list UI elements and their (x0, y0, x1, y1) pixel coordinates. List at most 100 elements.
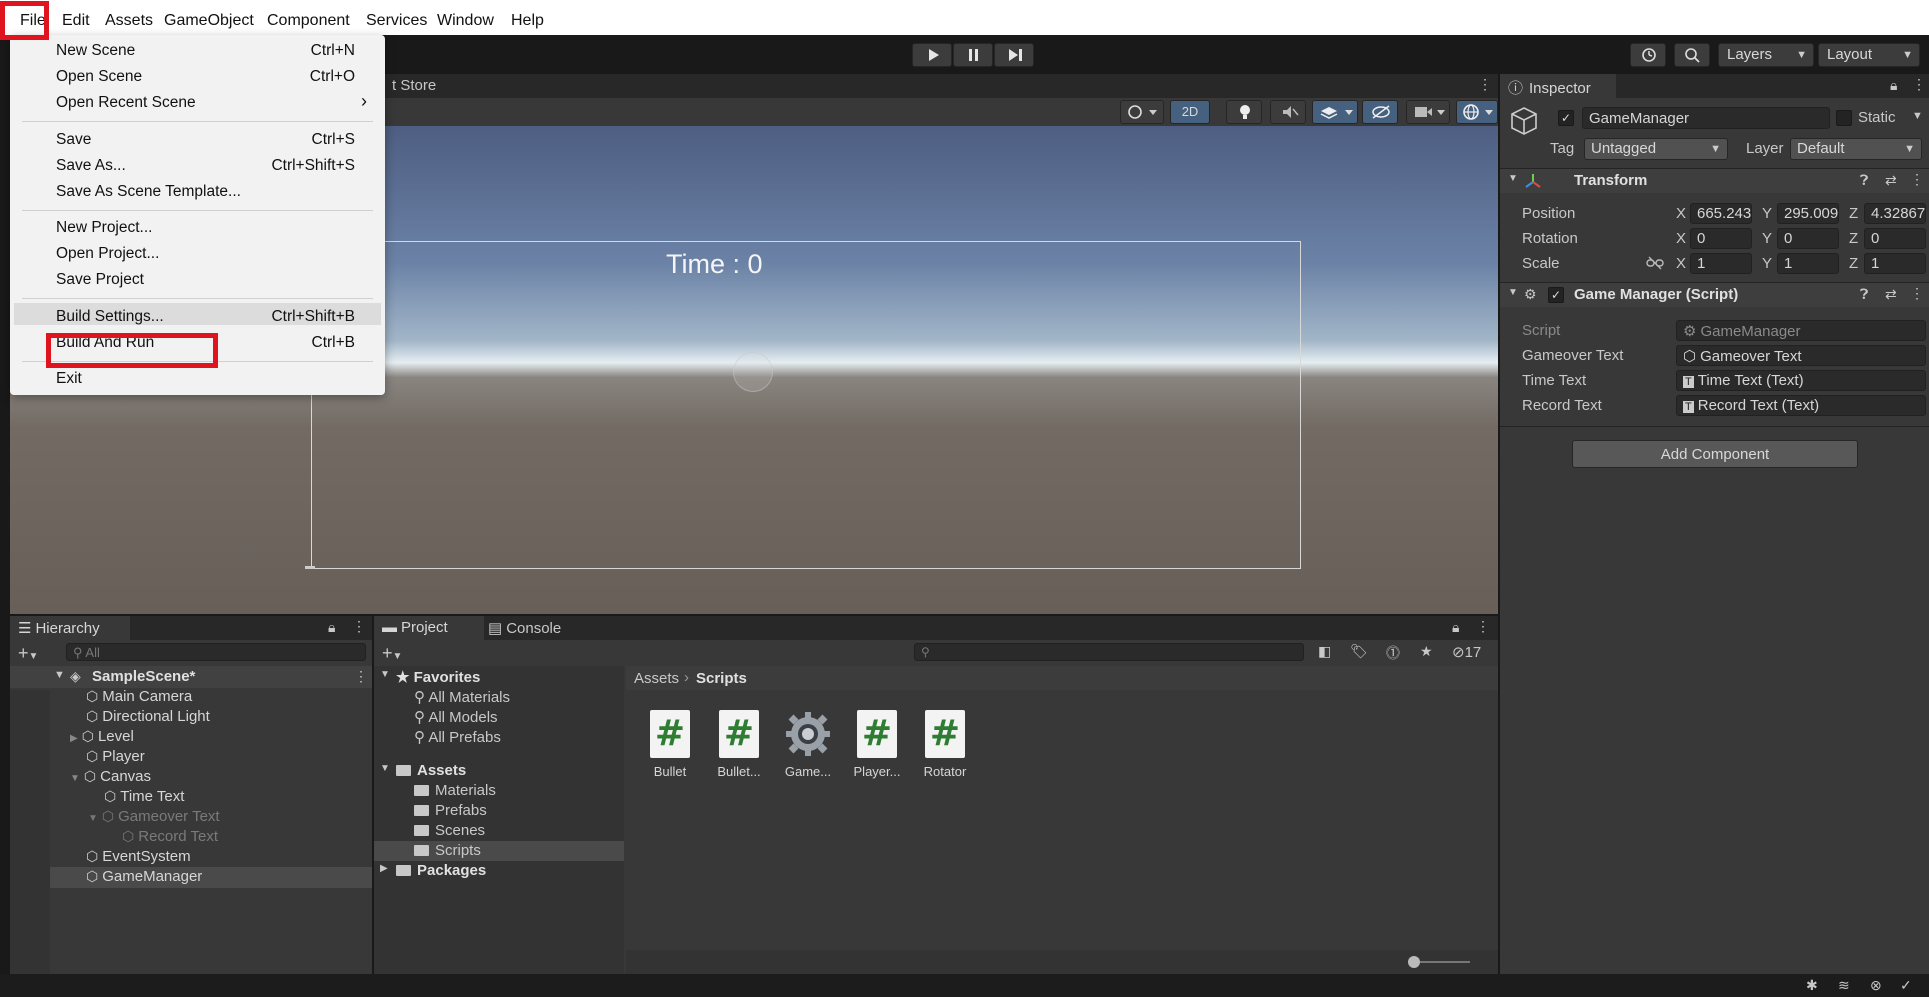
kebab-menu-icon[interactable]: ⋮ (352, 618, 366, 635)
play-button[interactable] (912, 43, 952, 67)
kebab-menu-icon[interactable]: ⋮ (1912, 76, 1926, 93)
kebab-menu-icon[interactable]: ⋮ (1910, 285, 1924, 302)
rotation-y-field[interactable]: 0 (1777, 228, 1839, 249)
undo-history-button[interactable] (1630, 43, 1666, 67)
console-tab[interactable]: ▤ Console (488, 619, 561, 637)
scale-z-field[interactable]: 1 (1864, 253, 1926, 274)
menu-item-new-scene[interactable]: New Scene (56, 42, 135, 60)
help-icon[interactable]: ❓︎ (1860, 172, 1868, 189)
kebab-menu-icon[interactable]: ⋮ (354, 668, 368, 685)
shading-mode-button[interactable] (1120, 100, 1164, 124)
effects-toggle-button[interactable] (1312, 100, 1358, 124)
step-button[interactable] (994, 43, 1034, 67)
menu-component[interactable]: Component (267, 12, 350, 30)
menu-assets[interactable]: Assets (105, 12, 153, 30)
menu-edit[interactable]: Edit (62, 12, 90, 30)
checkmark-icon[interactable]: ✓ (1900, 977, 1912, 994)
scene-root-row[interactable]: ▼ ◈ SampleScene* ⋮ (10, 666, 372, 688)
audio-toggle-button[interactable] (1270, 100, 1306, 124)
progress-icon[interactable]: ⊗ (1870, 977, 1882, 994)
hierarchy-item-directional-light[interactable]: ⬡ Directional Light (86, 708, 210, 728)
pause-button[interactable] (953, 43, 993, 67)
preset-icon[interactable]: ⇄ (1885, 286, 1897, 303)
assets-root-folder[interactable]: Assets (396, 762, 466, 779)
scene-visibility-button[interactable] (1362, 100, 1398, 124)
search-by-type-icon[interactable]: ◧ (1318, 643, 1331, 660)
foldout-arrow-icon[interactable]: ▶ (380, 863, 388, 874)
kebab-menu-icon[interactable]: ⋮ (1478, 76, 1492, 93)
transform-header[interactable]: ▼ Transform ❓︎ ⇄ ⋮ (1500, 169, 1929, 193)
breadcrumb-assets[interactable]: Assets (634, 670, 679, 687)
foldout-arrow-icon[interactable]: ▼ (1508, 173, 1518, 184)
warning-filter-icon[interactable]: ⓵ (1386, 643, 1400, 663)
rotation-x-field[interactable]: 0 (1690, 228, 1752, 249)
active-checkbox[interactable]: ✓ (1558, 110, 1574, 126)
hierarchy-item-gameover-text[interactable]: ▼ ⬡ Gameover Text (88, 808, 220, 828)
menu-services[interactable]: Services (366, 12, 427, 30)
menu-item-build-settings[interactable]: Build Settings... (56, 308, 164, 326)
foldout-arrow-icon[interactable]: ▼ (70, 773, 80, 784)
menu-item-save-as[interactable]: Save As... (56, 157, 126, 175)
menu-item-new-project[interactable]: New Project... (56, 219, 152, 237)
foldout-arrow-icon[interactable]: ▶ (70, 733, 78, 744)
hierarchy-item-gamemanager[interactable]: ⬡ GameManager (86, 868, 202, 888)
foldout-arrow-icon[interactable]: ▼ (1508, 287, 1518, 298)
hierarchy-item-level[interactable]: ▶ ⬡ Level (70, 728, 134, 748)
menu-item-exit[interactable]: Exit (56, 370, 82, 388)
favorite-star-icon[interactable]: ★ (1420, 643, 1433, 660)
script-component-header[interactable]: ▼ ⚙ ✓ Game Manager (Script) ❓︎ ⇄ ⋮ (1500, 283, 1929, 307)
layout-dropdown[interactable]: Layout ▼ (1818, 43, 1920, 67)
favorite-all-materials[interactable]: ⚲ All Materials (414, 688, 510, 706)
breadcrumb-scripts[interactable]: Scripts (696, 670, 747, 687)
hierarchy-search-input[interactable]: ⚲ All (66, 643, 366, 661)
position-x-field[interactable]: 665.243 (1690, 203, 1752, 224)
hierarchy-item-eventsystem[interactable]: ⬡ EventSystem (86, 848, 191, 868)
add-object-button[interactable]: +▼ (18, 643, 38, 664)
folder-scripts[interactable]: Scripts (414, 842, 481, 859)
hierarchy-item-record-text[interactable]: ⬡ Record Text (122, 828, 218, 848)
gameover-text-field[interactable]: ⬡ Gameover Text (1676, 345, 1926, 366)
hierarchy-tab[interactable]: ☰ Hierarchy (10, 616, 130, 640)
asset-player-controller[interactable]: # Player... (842, 710, 912, 779)
asset-store-tab[interactable]: t Store (392, 77, 436, 94)
project-tab[interactable]: ▬ Project (374, 616, 484, 640)
favorite-all-prefabs[interactable]: ⚲ All Prefabs (414, 728, 501, 746)
menu-item-open-project[interactable]: Open Project... (56, 245, 159, 263)
hierarchy-item-time-text[interactable]: ⬡ Time Text (104, 788, 184, 808)
lock-icon[interactable]: 🔒︎ (1452, 619, 1459, 636)
icon-size-slider-handle[interactable] (1408, 956, 1420, 968)
favorite-all-models[interactable]: ⚲ All Models (414, 708, 498, 726)
position-y-field[interactable]: 295.009 (1777, 203, 1839, 224)
unlinked-chain-icon[interactable] (1646, 256, 1664, 270)
foldout-arrow-icon[interactable]: ▼ (380, 669, 390, 680)
menu-item-save-as-scene-template[interactable]: Save As Scene Template... (56, 183, 241, 201)
foldout-arrow-icon[interactable]: ▼ (88, 813, 98, 824)
menu-item-open-scene[interactable]: Open Scene (56, 68, 142, 86)
hidden-packages-count[interactable]: ⊘17 (1452, 643, 1481, 661)
gizmos-button[interactable] (1456, 100, 1498, 124)
lighting-toggle-button[interactable] (1226, 100, 1262, 124)
menu-help[interactable]: Help (511, 12, 544, 30)
scale-y-field[interactable]: 1 (1777, 253, 1839, 274)
layer-dropdown[interactable]: Default ▼ (1790, 138, 1922, 160)
asset-bullet[interactable]: # Bullet (635, 710, 705, 779)
folder-scenes[interactable]: Scenes (414, 822, 485, 839)
project-search-input[interactable]: ⚲ (914, 643, 1304, 661)
favorites-header[interactable]: ★ Favorites (396, 668, 480, 686)
menu-item-save-project[interactable]: Save Project (56, 271, 144, 289)
object-name-field[interactable]: GameManager (1582, 107, 1830, 129)
foldout-arrow-icon[interactable]: ▼ (380, 763, 390, 774)
foldout-arrow-icon[interactable]: ▼ (54, 669, 65, 681)
player-sphere[interactable] (733, 352, 773, 392)
chevron-down-icon[interactable]: ▼ (1912, 110, 1923, 122)
scale-x-field[interactable]: 1 (1690, 253, 1752, 274)
component-enabled-checkbox[interactable]: ✓ (1548, 287, 1564, 303)
folder-prefabs[interactable]: Prefabs (414, 802, 487, 819)
position-z-field[interactable]: 4.32867 (1864, 203, 1926, 224)
menu-window[interactable]: Window (437, 12, 494, 30)
lock-icon[interactable]: 🔒︎ (1890, 77, 1897, 94)
2d-toggle-button[interactable]: 2D (1170, 100, 1210, 124)
packages-folder[interactable]: Packages (396, 862, 486, 879)
hierarchy-item-canvas[interactable]: ▼ ⬡ Canvas (70, 768, 151, 788)
menu-gameobject[interactable]: GameObject (164, 12, 254, 30)
